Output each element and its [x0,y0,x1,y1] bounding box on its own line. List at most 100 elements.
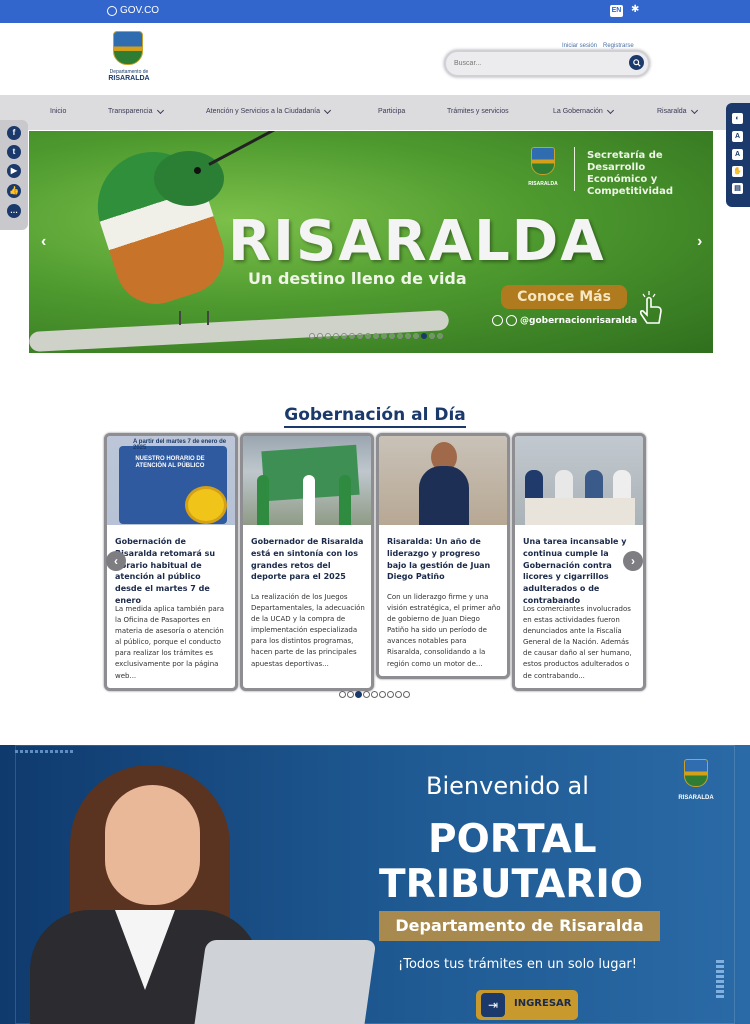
nav-item-participa[interactable]: Participa [378,108,405,115]
auth-links: Iniciar sesión Registrarse [562,43,634,49]
nav-item-tramites[interactable]: Trámites y servicios [447,108,509,115]
chat-icon[interactable]: … [7,204,21,218]
nav-item-label: Participa [378,108,406,115]
carousel-dot[interactable] [339,691,346,698]
branch-image [29,310,450,352]
hero-dot[interactable] [413,333,419,339]
carousel-dot[interactable] [387,691,394,698]
hummingbird-eye [194,167,201,174]
laptop-image [193,940,377,1024]
secretaria-logo: RISARALDA [527,147,559,193]
news-title[interactable]: Risaralda: Un año de liderazgo y progres… [387,536,502,583]
hero-title: RISARALDA [228,209,606,274]
search-icon [632,58,641,67]
hero-dot[interactable] [437,333,443,339]
conoce-mas-button[interactable]: Conoce Más [501,285,627,309]
hero-dot[interactable] [421,333,427,339]
carousel-dot[interactable] [379,691,386,698]
decorative-lines [15,750,75,753]
ingresar-button[interactable]: ⇥ INGRESAR [476,990,578,1020]
hero-next-arrow[interactable]: › [697,233,702,251]
hero-dot[interactable] [365,333,371,339]
font-decrease-icon[interactable]: A [732,131,743,142]
banner-department: Departamento de Risaralda [379,911,660,941]
person-figure [303,475,315,525]
instagram-icon [506,315,517,326]
login-link[interactable]: Iniciar sesión [562,43,597,49]
coat-of-arms-icon [113,31,143,65]
person-figure [257,475,269,525]
banner-tagline: ¡Todos tus trámites en un solo lugar! [398,957,637,972]
nav-item-inicio[interactable]: Inicio [50,108,66,115]
hero-slider: RISARALDA Secretaría de Desarrollo Econó… [29,131,713,353]
hero-social-handle: @gobernacionrisaralda [492,315,637,326]
hero-prev-arrow[interactable]: ‹ [41,233,46,251]
carousel-next-button[interactable]: › [623,551,643,571]
carousel-dot[interactable] [347,691,354,698]
secretaria-name: Secretaría de Desarrollo Económico y Com… [587,150,673,197]
banner-welcome: Bienvenido al [426,772,589,800]
section-title-text: Gobernación al Día [284,405,466,428]
social-handle-text: @gobernacionrisaralda [520,315,638,326]
hero-dot[interactable] [381,333,387,339]
nav-item-risaralda[interactable]: Risaralda [657,106,698,115]
news-title[interactable]: Una tarea incansable y continua cumple l… [523,536,638,607]
carousel-prev-button[interactable]: ‹ [106,551,126,571]
hero-dot[interactable] [309,333,315,339]
hero-dot[interactable] [341,333,347,339]
ingresar-label: INGRESAR [514,998,572,1009]
table-graphic [525,498,635,525]
news-card[interactable]: Risaralda: Un año de liderazgo y progres… [376,433,510,679]
font-increase-icon[interactable]: A [732,149,743,160]
nav-item-transparencia[interactable]: Transparencia [108,106,164,115]
hero-dot[interactable] [325,333,331,339]
login-icon: ⇥ [481,993,505,1017]
news-card[interactable]: Gobernador de Risaralda está en sintonía… [240,433,374,691]
facebook-icon[interactable]: f [7,126,21,140]
gov-bar: GOV.CO EN ✱ [0,0,750,23]
language-button[interactable]: EN [610,5,623,17]
carousel-dot[interactable] [403,691,410,698]
hero-dot[interactable] [397,333,403,339]
risaralda-logo[interactable]: Departamento de RISARALDA [108,31,150,85]
contrast-icon[interactable]: ◐ [732,113,743,124]
nav-item-label: Risaralda [657,108,687,115]
search-button[interactable] [629,55,644,70]
hero-dot[interactable] [333,333,339,339]
youtube-icon[interactable]: ▶ [7,164,21,178]
hero-dot[interactable] [405,333,411,339]
carousel-dot[interactable] [363,691,370,698]
hero-dot[interactable] [349,333,355,339]
hero-dot[interactable] [389,333,395,339]
carousel-dot[interactable] [395,691,402,698]
hero-dot[interactable] [429,333,435,339]
nav-item-gobernacion[interactable]: La Gobernación [553,106,614,115]
hero-dot[interactable] [373,333,379,339]
news-image: A partir del martes 7 de enero de 2025 N… [107,436,235,525]
chevron-down-icon [606,106,614,114]
nav-item-atencion[interactable]: Atención y Servicios a la Ciudadanía [206,106,332,115]
twitter-icon[interactable]: t [7,145,21,159]
carousel-dot[interactable] [371,691,378,698]
gov-co-icon [107,5,117,16]
nav-item-label: Inicio [50,108,67,115]
banner-logo: RISARALDA [676,759,716,805]
carousel-pagination [339,691,410,698]
reader-icon[interactable]: ▤ [732,183,743,194]
sign-language-icon[interactable]: ✋ [732,166,743,177]
register-link[interactable]: Registrarse [603,43,634,49]
search-input[interactable] [454,56,624,71]
news-image [243,436,371,525]
gov-co-link[interactable]: GOV.CO [107,5,159,16]
portal-tributario-banner[interactable]: Bienvenido al PORTAL TRIBUTARIO Departam… [0,745,750,1024]
like-icon[interactable]: 👍 [7,184,21,198]
coat-of-arms-icon [684,759,708,787]
news-title[interactable]: Gobernador de Risaralda está en sintonía… [251,536,366,583]
news-summary: Los comerciantes involucrados en estas a… [523,605,632,680]
accessibility-icon[interactable]: ✱ [631,4,639,15]
news-title[interactable]: Gobernación de Risaralda retomará su hor… [115,536,230,607]
carousel-dot[interactable] [355,691,362,698]
coat-of-arms-icon [531,147,555,175]
hero-dot[interactable] [317,333,323,339]
hero-dot[interactable] [357,333,363,339]
